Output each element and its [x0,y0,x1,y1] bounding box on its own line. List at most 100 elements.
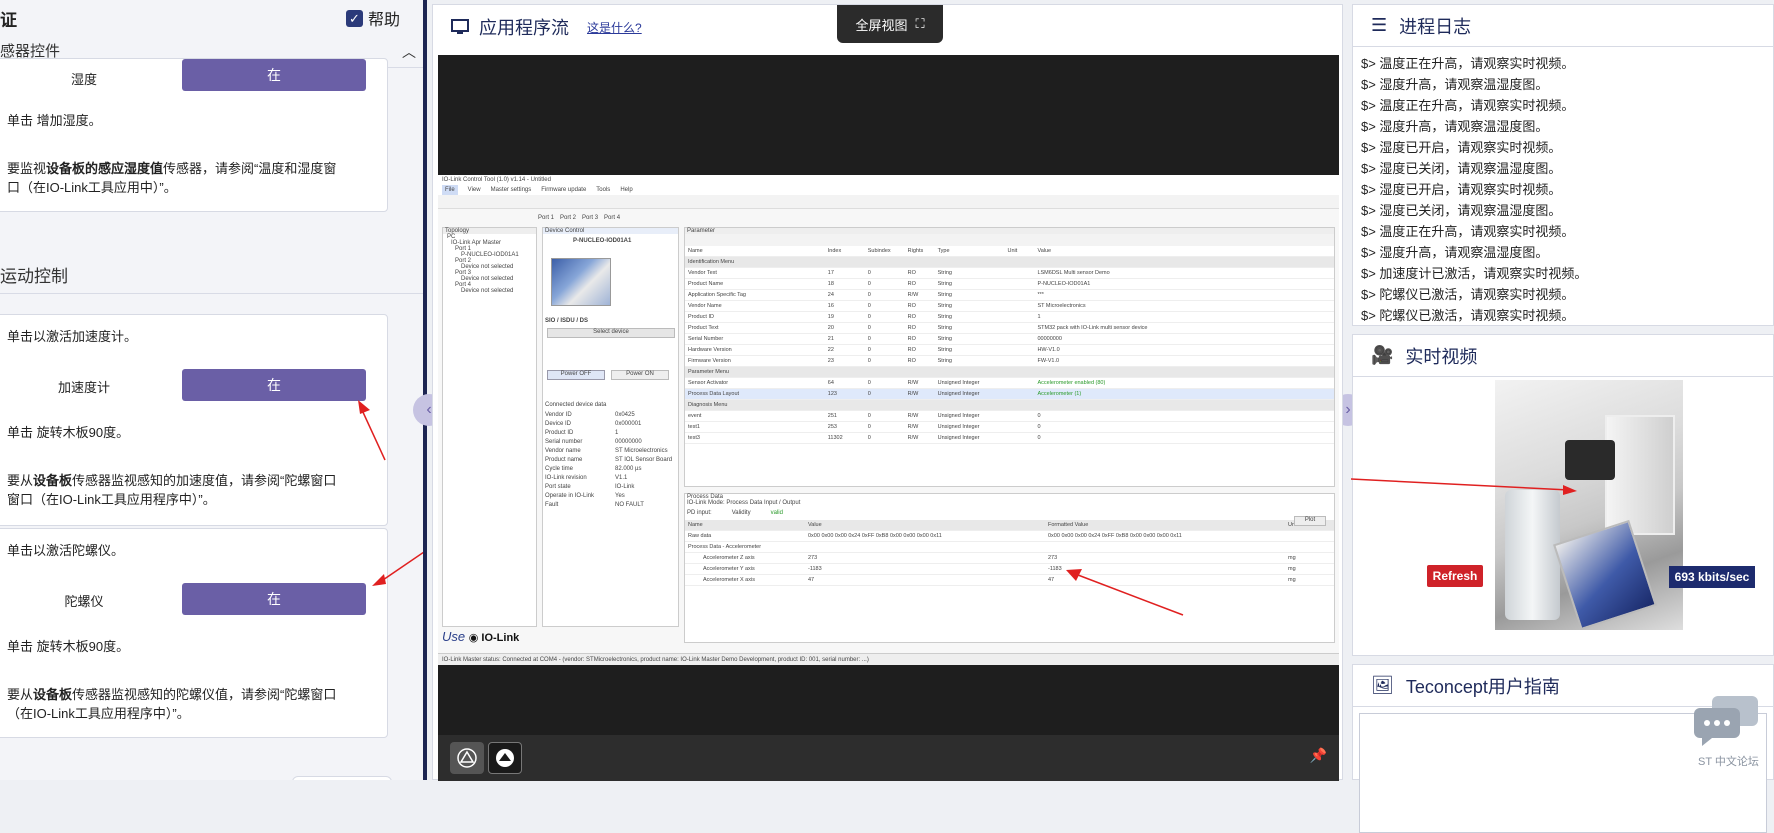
accelerometer-hint: 单击 旋转木板90度。 [7,425,130,440]
param-row[interactable]: Identification Menu [685,257,1334,268]
live-video-panel: 🎥 实时视频 Refresh 693 kbits/sec [1351,334,1774,656]
gyroscope-intro: 单击以激活陀螺仪。 [7,543,125,558]
param-row[interactable]: Product Text 20 0 RO String STM32 pack with I… [685,323,1334,334]
param-row[interactable]: Product ID 19 0 RO String 1 [685,312,1334,323]
video-camera-icon: 🎥 [1371,345,1394,365]
param-row[interactable]: Serial Number 21 0 RO String 00000000 [685,334,1334,345]
pd-row[interactable]: Process Data - Accelerometer [685,542,1334,553]
chevron-right-icon: › [1345,401,1351,418]
topology-tree: Topology PC IO-Link Apr Master Port 1 P-NUC… [442,227,537,627]
list-icon: ☰ [1371,15,1388,35]
log-line: $> 湿度已关闭，请观察温湿度图。 [1361,203,1562,218]
param-row[interactable]: Diagnosis Menu [685,400,1334,411]
app-menu-item[interactable]: File [442,185,458,195]
app-menu-item[interactable]: Help [620,185,632,195]
fullscreen-button[interactable]: 全屏视图 ⛶ [837,5,943,43]
io-link-logo: Use ◉ IO-Link [442,629,520,644]
io-link-tool-window: IO-Link Control Tool (1.0) v1.14 - Untit… [438,175,1339,665]
param-row[interactable]: Process Data Layout 123 0 R/W Unsigned Integ… [685,389,1334,400]
what-is-this-link[interactable]: 这是什么? [587,19,642,36]
log-line: $> 温度正在升高，请观察实时视频。 [1361,224,1575,239]
stream-logo-button[interactable] [450,742,484,774]
parameter-table: Parameter Name Index Subindex Rights Type Uni… [684,227,1335,487]
device-data-row: Vendor name ST Microelectronics [545,448,668,454]
gyroscope-instruction: 要从设备板传感器监视感知的陀螺仪值，请参阅“陀螺窗口 （在IO-Link工具应用… [7,687,337,721]
checkbox-checked-icon[interactable]: ✓ [346,9,363,27]
pin-icon[interactable]: 📌 [1310,747,1327,764]
app-window-title: IO-Link Control Tool (1.0) v1.14 - Untit… [438,175,1339,185]
device-data-row: Product name ST IOL Sensor Board [545,457,673,463]
param-row[interactable]: Application Specific Tag 24 0 R/W String *** [685,290,1334,301]
humidity-on-button[interactable]: 在 [182,59,366,91]
pd-row[interactable]: Accelerometer X axis 47 47 mg [685,575,1334,586]
app-menu-item[interactable]: Master settings [491,185,532,195]
device-data-row: Product ID 1 [545,430,619,436]
param-row[interactable]: event 251 0 R/W Unsigned Integer 0 [685,411,1334,422]
forum-chat-widget[interactable]: ST 中文论坛 [1690,692,1768,772]
motion-section-header: 运动控制 [0,256,424,294]
process-log-list: $> 温度正在升高，请观察实时视频。 $> 湿度升高，请观察温湿度图。 $> 温度正… [1353,47,1773,326]
device-data-row: Port state IO-Link [545,484,635,490]
live-video-frame [1495,380,1683,630]
param-row[interactable]: Vendor Text 17 0 RO String LSM6DSL Multi sens… [685,268,1334,279]
stream-app-button[interactable] [488,742,522,774]
log-line: $> 湿度升高，请观察温湿度图。 [1361,245,1549,260]
fullscreen-label: 全屏视图 [855,17,908,33]
power-off-button[interactable]: Power OFF [547,370,605,380]
log-line: $> 温度正在升高，请观察实时视频。 [1361,98,1575,113]
param-row[interactable]: Vendor Name 16 0 RO String ST Microelectronic… [685,301,1334,312]
partial-button[interactable] [292,776,392,780]
stream-controls-bar: 📌 [438,735,1339,781]
log-line: $> 温度正在升高，请观察实时视频。 [1361,56,1575,71]
plot-button[interactable]: Plot [1294,516,1326,526]
app-menu-item[interactable]: Tools [596,185,610,195]
process-data-panel: Process Data IO-Link Mode: Process Data … [684,493,1335,643]
help-toggle[interactable]: ✓ 帮助 [346,6,400,30]
pd-row[interactable]: Accelerometer Y axis -1183 -1183 mg [685,564,1334,575]
application-flow-title: 应用程序流 [479,18,569,38]
pd-header-row: Name Value Formatted Value Unit [685,520,1334,531]
device-control-panel: Device Control P-NUCLEO-IOD01A1 SIO / IS… [542,227,679,627]
tree-item[interactable]: Device not selected [447,288,536,294]
sensor-control-panel: 证 ✓ 帮助 感器控件 ︿ 湿度 在 单击 增加湿度。 要监视设备板的感应湿度值… [0,0,424,780]
device-board-image [551,258,611,306]
accelerometer-instruction: 要从设备板传感器监视感知的加速度值，请参阅“陀螺窗口 窗口（在IO-Link工具… [7,473,337,507]
gyroscope-hint: 单击 旋转木板90度。 [7,639,130,654]
left-scrollbar[interactable] [423,0,427,780]
triangle-logo-icon [457,748,477,768]
param-row[interactable]: Sensor Activator 64 0 R/W Unsigned Integer Ac… [685,378,1334,389]
param-row[interactable]: Parameter Menu [685,367,1334,378]
param-row[interactable]: Firmware Version 23 0 RO String FW-V1.0 [685,356,1334,367]
bitrate-badge: 693 kbits/sec [1669,566,1755,588]
log-line: $> 湿度升高，请观察温湿度图。 [1361,119,1549,134]
device-data-row: Serial number 00000000 [545,439,642,445]
log-line: $> 湿度已开启，请观察实时视频。 [1361,140,1562,155]
power-on-button[interactable]: Power ON [611,370,669,380]
device-data-row: IO-Link revision V1.1 [545,475,628,481]
user-guide-title: Teconcept用户指南 [1405,676,1560,697]
log-line: $> 湿度已开启，请观察实时视频。 [1361,182,1562,197]
photo-sensor [1565,440,1615,480]
accelerometer-on-button[interactable]: 在 [182,369,366,401]
param-row[interactable]: test1 253 0 R/W Unsigned Integer 0 [685,422,1334,433]
select-device-button[interactable]: Select device [547,328,675,338]
photo-cylinder [1505,490,1560,620]
log-line: $> 湿度已关闭，请观察温湿度图。 [1361,161,1562,176]
app-stream-viewport[interactable]: IO-Link Control Tool (1.0) v1.14 - Untit… [438,55,1339,781]
expand-icon: ⛶ [915,16,925,31]
param-row[interactable]: Hardware Version 22 0 RO String HW-V1.0 [685,345,1334,356]
process-log-title: 进程日志 [1399,16,1472,37]
gyroscope-on-button[interactable]: 在 [182,583,366,615]
accelerometer-intro: 单击以激活加速度计。 [7,329,138,344]
param-row[interactable]: Product Name 18 0 RO String P-NUCLEO-IOD01A1 [685,279,1334,290]
gyroscope-label: 陀螺仪 [64,594,104,609]
pd-row[interactable]: Raw data 0x00 0x00 0x00 0x24 0xFF 0xB8 0x… [685,531,1334,542]
refresh-button[interactable]: Refresh [1427,565,1483,587]
pd-row[interactable]: Accelerometer Z axis 273 273 mg [685,553,1334,564]
param-row[interactable]: test3 11302 0 R/W Unsigned Integer 0 [685,433,1334,444]
chevron-up-icon[interactable]: ︿ [402,42,416,62]
app-menu-item[interactable]: View [468,185,481,195]
app-menu-item[interactable]: Firmware update [541,185,586,195]
log-line: $> 湿度升高，请观察温湿度图。 [1361,77,1549,92]
chevron-left-icon: ‹ [426,401,432,418]
